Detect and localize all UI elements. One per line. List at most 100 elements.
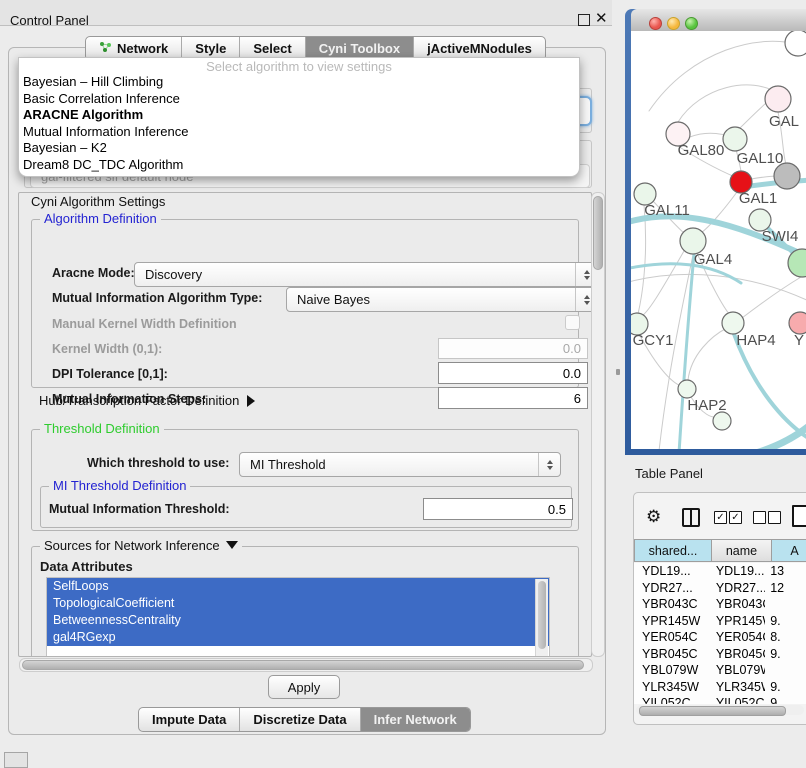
settings-vertical-scrollbar[interactable] (591, 192, 605, 657)
network-node-gal[interactable] (765, 86, 791, 112)
dropdown-item[interactable]: Bayesian – Hill Climbing (19, 74, 579, 91)
dpi-tolerance-field[interactable]: 0.0 (438, 362, 588, 384)
checked-checkbox-icon[interactable]: ✓ (729, 511, 742, 524)
network-node-hap2[interactable] (678, 380, 696, 398)
which-threshold-combo[interactable]: MI Threshold (239, 452, 561, 477)
mi-threshold-group: MI Threshold Definition Mutual Informati… (40, 486, 572, 528)
dpi-tolerance-label: DPI Tolerance [0,1]: (52, 367, 168, 381)
column-header[interactable]: A (772, 539, 806, 562)
close-icon[interactable]: ✕ (595, 9, 608, 27)
dropdown-item[interactable]: Dream8 DC_TDC Algorithm (19, 157, 579, 174)
node-label: GAL1 (739, 190, 777, 207)
panel-splitter-handle[interactable] (616, 369, 620, 375)
algorithm-dropdown: Select algorithm to view settings Bayesi… (18, 57, 580, 177)
dropdown-item[interactable]: Basic Correlation Inference (19, 91, 579, 108)
network-edge[interactable] (742, 277, 801, 318)
network-node-y[interactable] (789, 312, 806, 334)
table-header-row: shared...nameA (634, 539, 806, 562)
mi-type-combo[interactable]: Naive Bayes (286, 287, 592, 312)
network-node[interactable] (785, 31, 806, 56)
combo-arrows-icon (575, 288, 592, 311)
table-row[interactable]: YDR27...YDR27...12 (634, 580, 806, 597)
dropdown-item[interactable]: ARACNE Algorithm (19, 107, 579, 124)
bottom-tab-discretize-data[interactable]: Discretize Data (240, 708, 360, 731)
aracne-mode-label: Aracne Mode: (52, 266, 135, 280)
manual-kernel-checkbox[interactable] (565, 315, 580, 330)
list-scrollbar-thumb[interactable] (538, 581, 546, 649)
column-header[interactable]: name (712, 539, 772, 562)
list-scrollbar[interactable] (535, 579, 548, 657)
table-row[interactable]: YPR145WYPR145W9. (634, 613, 806, 630)
attribute-item[interactable]: TopologicalCoefficient (47, 595, 549, 612)
table-cell: YPR145W (634, 613, 708, 630)
attribute-item[interactable]: SelfLoops (47, 578, 549, 595)
zoom-traffic-light-icon[interactable] (685, 17, 698, 30)
float-window-icon[interactable] (578, 14, 590, 26)
column-header[interactable]: shared... (634, 539, 712, 562)
tab-label: Select (253, 41, 291, 56)
table-row[interactable]: YBL079WYBL079W (634, 662, 806, 679)
gear-icon[interactable]: ⚙ (646, 507, 661, 527)
tab-label: Discretize Data (253, 712, 346, 727)
collapse-arrow-icon (226, 541, 238, 549)
network-edge[interactable] (640, 251, 684, 317)
aracne-mode-combo[interactable]: Discovery (134, 262, 592, 287)
mi-threshold-field[interactable]: 0.5 (423, 498, 573, 520)
network-edge-highlighted[interactable] (679, 254, 694, 449)
settings-horizontal-scrollbar[interactable] (19, 658, 593, 672)
settings-hscroll-thumb[interactable] (22, 660, 584, 670)
table-horizontal-scrollbar[interactable] (636, 705, 804, 715)
table-hscroll-thumb[interactable] (639, 706, 786, 716)
columns-icon[interactable] (682, 508, 700, 527)
network-edge[interactable] (688, 328, 727, 380)
kernel-width-field[interactable]: 0.0 (438, 338, 588, 359)
bottom-tab-impute-data[interactable]: Impute Data (139, 708, 240, 731)
sources-title-text: Sources for Network Inference (44, 538, 220, 553)
network-edge[interactable] (678, 85, 777, 122)
network-edge-highlighted[interactable] (734, 334, 806, 441)
network-canvas[interactable]: GALGAL80GAL10GAL1GAL11SWI4GAL4GCY1HAP4YH… (631, 31, 806, 449)
new-document-icon[interactable] (792, 505, 806, 527)
network-node-hap4[interactable] (722, 312, 744, 334)
network-edge[interactable] (631, 274, 806, 303)
settings-vscroll-thumb[interactable] (593, 196, 603, 270)
network-edge[interactable] (659, 255, 693, 449)
hub-definition-expander[interactable]: Hub/Transcription Factor Definition (39, 393, 255, 408)
network-node[interactable] (774, 163, 800, 189)
table-row[interactable]: YBR043CYBR043C (634, 596, 806, 613)
network-window-titlebar[interactable] (631, 9, 806, 32)
sources-title[interactable]: Sources for Network Inference (40, 538, 242, 553)
unchecked-checkbox-icon[interactable] (768, 511, 781, 524)
table-row[interactable]: YBR045CYBR045C9. (634, 646, 806, 663)
which-threshold-value: MI Threshold (250, 457, 326, 472)
table-cell: YDR27... (634, 580, 708, 597)
table-row[interactable]: YIL052CYIL052C9 (634, 695, 806, 704)
node-label: GAL10 (737, 150, 784, 167)
attribute-item[interactable]: BetweennessCentrality (47, 612, 549, 629)
network-window[interactable]: GALGAL80GAL10GAL1GAL11SWI4GAL4GCY1HAP4YH… (625, 9, 806, 455)
unchecked-checkbox-icon[interactable] (753, 511, 766, 524)
minimize-traffic-light-icon[interactable] (667, 17, 680, 30)
network-node-gal10[interactable] (723, 127, 747, 151)
table-cell: 9 (765, 695, 806, 704)
network-edge[interactable] (751, 176, 777, 179)
close-traffic-light-icon[interactable] (649, 17, 662, 30)
bottom-tab-infer-network[interactable]: Infer Network (361, 708, 470, 731)
apply-button[interactable]: Apply (268, 675, 340, 699)
dropdown-item[interactable]: Bayesian – K2 (19, 140, 579, 157)
cyni-settings-viewport: Cyni Algorithm Settings Algorithm Defini… (18, 192, 592, 657)
tab-label: Impute Data (152, 712, 226, 727)
network-edge[interactable] (738, 103, 766, 130)
network-node[interactable] (713, 412, 731, 430)
table-cell: YBR043C (708, 596, 765, 613)
table-row[interactable]: YER054CYER054C8. (634, 629, 806, 646)
attribute-item[interactable]: gal4RGexp (47, 629, 549, 646)
table-row[interactable]: YLR345WYLR345W9. (634, 679, 806, 696)
dropdown-item[interactable]: Mutual Information Inference (19, 124, 579, 141)
panel-toggle-button[interactable] (4, 752, 28, 768)
table-cell: YLR345W (708, 679, 765, 696)
checked-checkbox-icon[interactable]: ✓ (714, 511, 727, 524)
network-edge-highlighted[interactable] (749, 421, 806, 449)
table-row[interactable]: YDL19...YDL19...13 (634, 563, 806, 580)
mi-steps-field[interactable]: 6 (438, 387, 588, 409)
